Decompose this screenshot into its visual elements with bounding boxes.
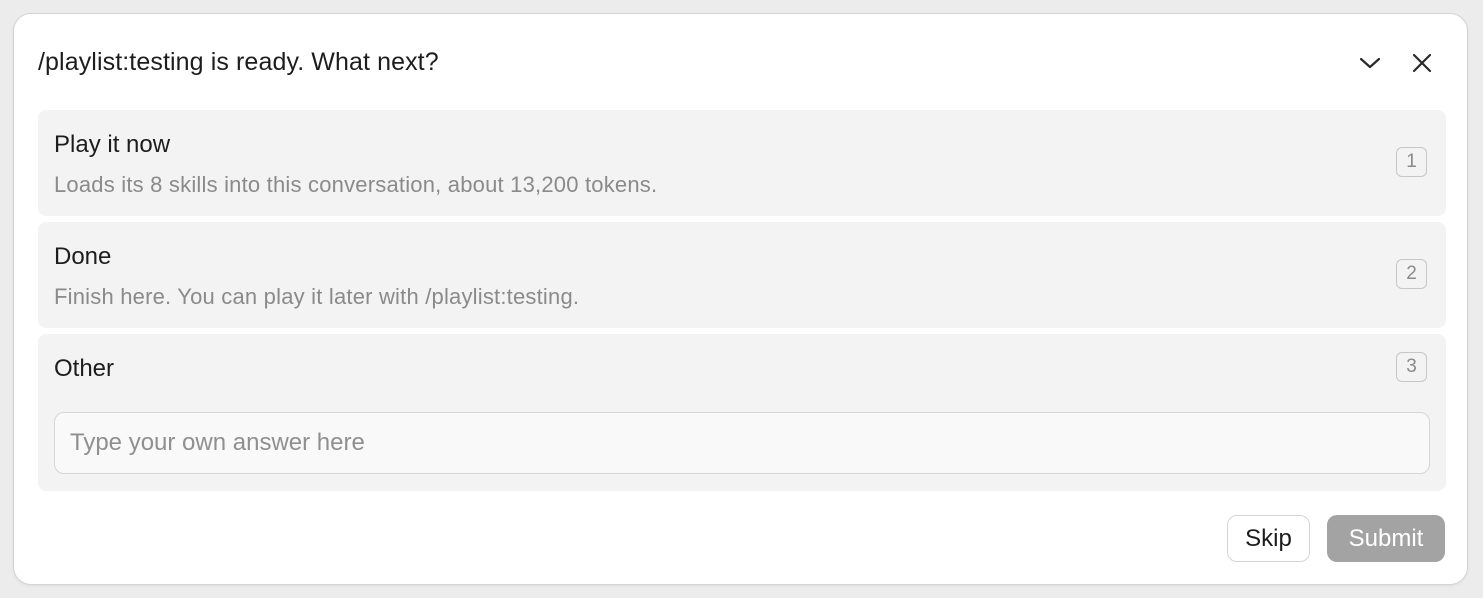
- shortcut-badge: 1: [1396, 147, 1427, 177]
- chevron-down-icon: [1359, 57, 1381, 69]
- option-description: Finish here. You can play it later with …: [54, 284, 580, 309]
- other-answer-input[interactable]: [54, 412, 1430, 474]
- option-done[interactable]: Done Finish here. You can play it later …: [38, 222, 1446, 328]
- option-title: Play it now: [54, 131, 171, 158]
- close-button[interactable]: [1406, 47, 1438, 79]
- shortcut-badge: 3: [1396, 352, 1427, 382]
- submit-button[interactable]: Submit: [1327, 515, 1445, 562]
- question-dialog: /playlist:testing is ready. What next? P…: [13, 13, 1468, 585]
- option-other[interactable]: Other 3: [38, 334, 1446, 491]
- option-play-it-now[interactable]: Play it now Loads its 8 skills into this…: [38, 110, 1446, 216]
- close-icon: [1412, 53, 1432, 73]
- skip-button[interactable]: Skip: [1227, 515, 1310, 562]
- dialog-title: /playlist:testing is ready. What next?: [38, 48, 439, 76]
- collapse-button[interactable]: [1354, 47, 1386, 79]
- option-title: Done: [54, 243, 112, 270]
- shortcut-badge: 2: [1396, 259, 1427, 289]
- option-description: Loads its 8 skills into this conversatio…: [54, 172, 658, 197]
- option-title: Other: [54, 355, 115, 382]
